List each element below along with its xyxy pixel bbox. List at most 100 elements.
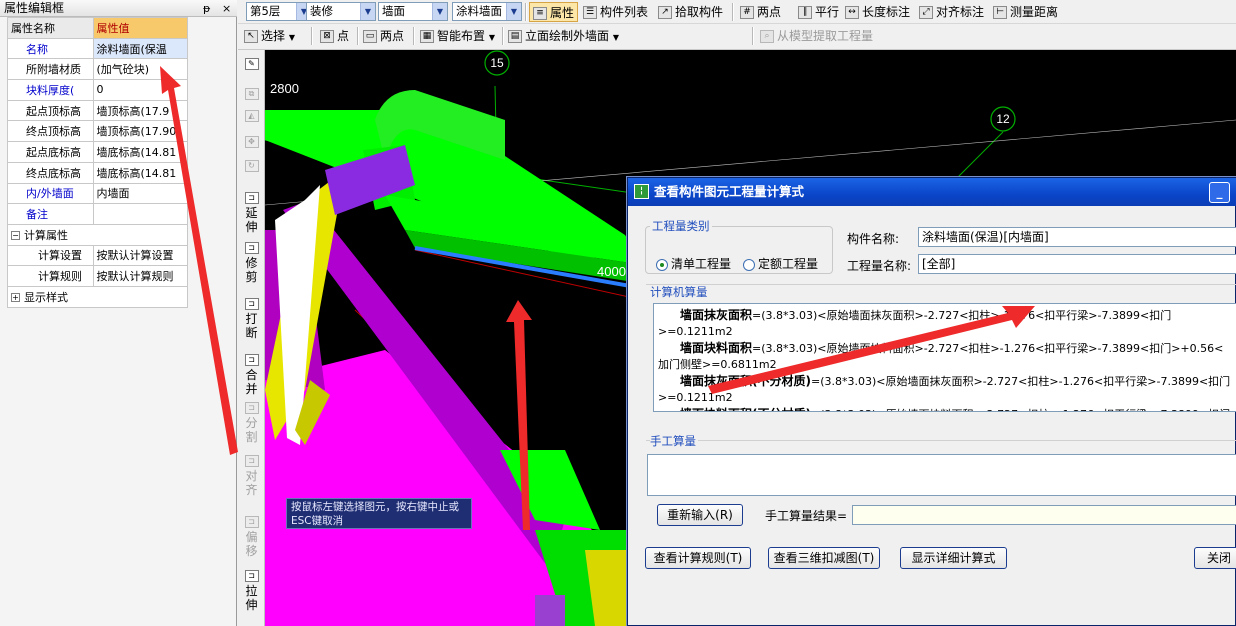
tool-icon: ⊐ — [244, 516, 259, 528]
extract-quantity-button[interactable]: ⌕ 从模型提取工程量 — [760, 26, 873, 46]
property-row[interactable]: 备注 — [7, 203, 188, 225]
pick-component-label: 拾取构件 — [675, 5, 724, 19]
component-select[interactable]: 涂料墙面 ▼ — [452, 2, 522, 21]
floor-select[interactable]: 第5层 ▼ — [246, 2, 312, 21]
close-icon[interactable]: × — [222, 0, 231, 17]
rotate-icon[interactable]: ↻ — [240, 160, 263, 174]
calc-property-value[interactable]: 按默认计算设置 — [92, 244, 188, 267]
calc-property-row[interactable]: 计算规则 按默认计算规则 — [7, 265, 188, 287]
manual-result-label: 手工算量结果= — [765, 509, 848, 523]
property-name: 所附墙材质 — [7, 58, 94, 81]
vtool-button[interactable]: ⊐ 分割 — [240, 402, 263, 444]
close-button[interactable]: 关闭 — [1194, 547, 1236, 569]
axis-label-12: 12 — [996, 112, 1010, 126]
smart-layout-button[interactable]: ▦ 智能布置 ▼ — [420, 26, 495, 46]
vtool-button[interactable]: ⊐ 打断 — [240, 298, 263, 340]
component-type-select[interactable]: 墙面 ▼ — [378, 2, 448, 21]
component-name-label: 构件名称: — [847, 232, 900, 246]
measure-distance-label: 测量距离 — [1010, 5, 1059, 19]
property-row[interactable]: 块料厚度(0 — [7, 79, 188, 101]
property-row[interactable]: 起点顶标高 墙顶标高(17.9 — [7, 99, 188, 122]
radio-bill-quantity[interactable]: 清单工程量 — [656, 255, 731, 272]
calc-property-value[interactable]: 按默认计算规则 — [92, 265, 188, 287]
property-row[interactable]: 终点底标高 墙底标高(14.81 — [7, 161, 188, 184]
quantity-category-legend: 工程量类别 — [652, 219, 710, 233]
display-style-cell: + 显示样式 — [7, 285, 188, 308]
property-row[interactable]: 所附墙材质 (加气砼块) — [7, 58, 188, 81]
dialog-titlebar[interactable]: ¦ 查看构件图元工程量计算式 _ — [628, 178, 1236, 206]
vtool-label: 打断 — [245, 312, 258, 340]
pin-icon[interactable]: ᵽ — [203, 0, 210, 17]
manual-calc-legend: 手工算量 — [650, 433, 698, 449]
show-detail-formula-button[interactable]: 显示详细计算式 — [900, 547, 1007, 569]
component-list-label: 构件列表 — [600, 5, 649, 19]
two-points-button[interactable]: # 两点 — [740, 2, 781, 22]
aligned-dimension-button[interactable]: ⤢ 对齐标注 — [919, 2, 984, 22]
manual-result-field[interactable] — [852, 505, 1236, 525]
tool-icon: ⊐ — [244, 298, 259, 310]
smart-layout-label: 智能布置 — [437, 29, 486, 43]
category-select[interactable]: 装修 ▼ — [306, 2, 376, 21]
calc-properties-group[interactable]: − 计算属性 — [7, 223, 188, 246]
move-icon[interactable]: ✥ — [240, 136, 263, 150]
point-icon: ⊠ — [320, 30, 334, 43]
property-value[interactable] — [92, 203, 188, 225]
property-row[interactable]: 起点底标高 墙底标高(14.81 — [7, 141, 188, 163]
quantity-name-select[interactable]: [全部] — [918, 254, 1236, 274]
panel-title-text: 属性编辑框 — [4, 1, 65, 15]
property-value[interactable]: (加气砼块) — [92, 58, 188, 81]
radio-quota-quantity[interactable]: 定额工程量 — [743, 255, 818, 272]
manual-calc-input[interactable] — [647, 454, 1236, 496]
brush-icon[interactable]: ✎ — [240, 58, 263, 72]
tool-icon: ⊐ — [244, 455, 259, 467]
property-value[interactable]: 涂料墙面(保温 — [92, 37, 188, 60]
property-row[interactable]: 名称 涂料墙面(保温 — [7, 37, 188, 60]
elevation-draw-button[interactable]: ▤ 立面绘制外墙面 ▼ — [508, 26, 619, 46]
vtool-button[interactable]: ⊐ 合并 — [240, 354, 263, 396]
copy-icon[interactable]: ⧉ — [240, 88, 263, 102]
property-value[interactable]: 墙底标高(14.81 — [92, 161, 188, 184]
property-row[interactable]: 终点顶标高 墙顶标高(17.90 — [7, 120, 188, 143]
vtool-button[interactable]: ⊐ 延伸 — [240, 192, 263, 234]
vtool-button[interactable]: ⊐ 拉伸 — [240, 570, 263, 612]
property-value[interactable]: 0 — [92, 79, 188, 101]
display-style-group[interactable]: + 显示样式 — [7, 285, 188, 308]
property-value[interactable]: 墙顶标高(17.9 — [92, 99, 188, 122]
component-name-field[interactable]: 涂料墙面(保温)[内墙面] — [918, 227, 1236, 247]
select-button[interactable]: ↖ 选择 ▼ — [244, 26, 295, 46]
property-header-row: 属性名称 属性值 — [7, 17, 188, 39]
app-icon: ¦ — [634, 184, 649, 199]
calc-line: 墙面块料面积=(3.8*3.03)<原始墙面块料面积>-2.727<扣柱>-1.… — [658, 340, 1232, 373]
vtool-button[interactable]: ⊐ 对齐 — [240, 455, 263, 497]
component-list-button[interactable]: ☰ 构件列表 — [583, 2, 648, 22]
point-button[interactable]: ⊠ 点 — [320, 26, 349, 46]
reinput-button[interactable]: 重新输入(R) — [657, 504, 743, 526]
properties-button[interactable]: ≡ 属性 — [529, 2, 579, 22]
two-point-draw-button[interactable]: ▭ 两点 — [363, 26, 404, 46]
parallel-button[interactable]: ∥ 平行 — [798, 2, 839, 22]
collapse-icon[interactable]: − — [11, 231, 20, 241]
calc-formula-box[interactable]: 墙面抹灰面积=(3.8*3.03)<原始墙面抹灰面积>-2.727<扣柱>-1.… — [653, 303, 1236, 412]
view-rules-button[interactable]: 查看计算规则(T) — [645, 547, 751, 569]
length-dimension-button[interactable]: ↔ 长度标注 — [845, 2, 910, 22]
property-row[interactable]: 内/外墙面 内墙面 — [7, 182, 188, 205]
vtool-button[interactable]: ⊐ 修剪 — [240, 242, 263, 284]
view-3d-deduction-button[interactable]: 查看三维扣减图(T) — [768, 547, 880, 569]
minimize-icon[interactable]: _ — [1209, 182, 1230, 203]
measure-distance-button[interactable]: ⊢ 测量距离 — [993, 2, 1058, 22]
calc-line-title: 墙面抹灰面积 — [680, 308, 753, 322]
pick-component-button[interactable]: ↗ 拾取构件 — [658, 2, 723, 22]
property-value[interactable]: 墙顶标高(17.90 — [92, 120, 188, 143]
expand-icon[interactable]: + — [11, 293, 20, 303]
dimension-4000: 4000 — [597, 264, 626, 279]
chevron-down-icon: ▼ — [612, 33, 619, 42]
calc-property-row[interactable]: 计算设置 按默认计算设置 — [7, 244, 188, 267]
parallel-icon: ∥ — [798, 6, 812, 19]
property-value[interactable]: 墙底标高(14.81 — [92, 141, 188, 163]
property-name: 起点顶标高 — [7, 99, 94, 122]
mirror-icon[interactable]: ◭ — [240, 110, 263, 124]
category-select-value: 装修 — [310, 4, 333, 18]
vtool-button[interactable]: ⊐ 偏移 — [240, 516, 263, 558]
divider — [646, 284, 1236, 285]
property-value[interactable]: 内墙面 — [92, 182, 188, 205]
